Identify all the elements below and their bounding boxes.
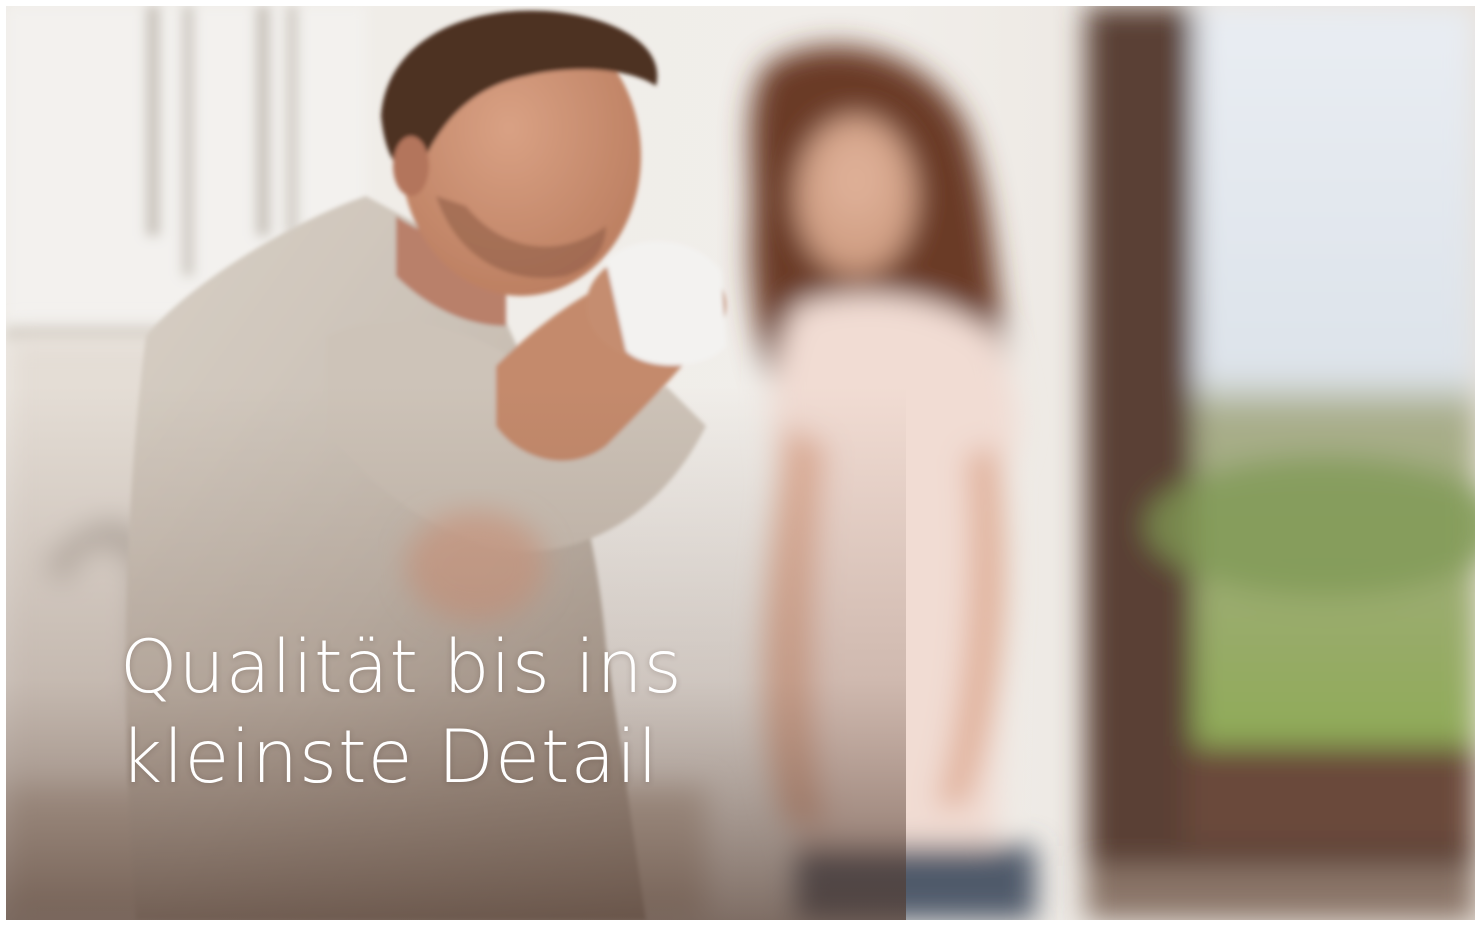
headline-line-1: Qualität bis ins — [120, 625, 683, 710]
headline-line-2: kleinste Detail — [120, 715, 659, 800]
hero-banner: Qualität bis ins kleinste Detail — [6, 6, 1475, 920]
hero-headline: Qualität bis ins kleinste Detail — [120, 623, 683, 803]
